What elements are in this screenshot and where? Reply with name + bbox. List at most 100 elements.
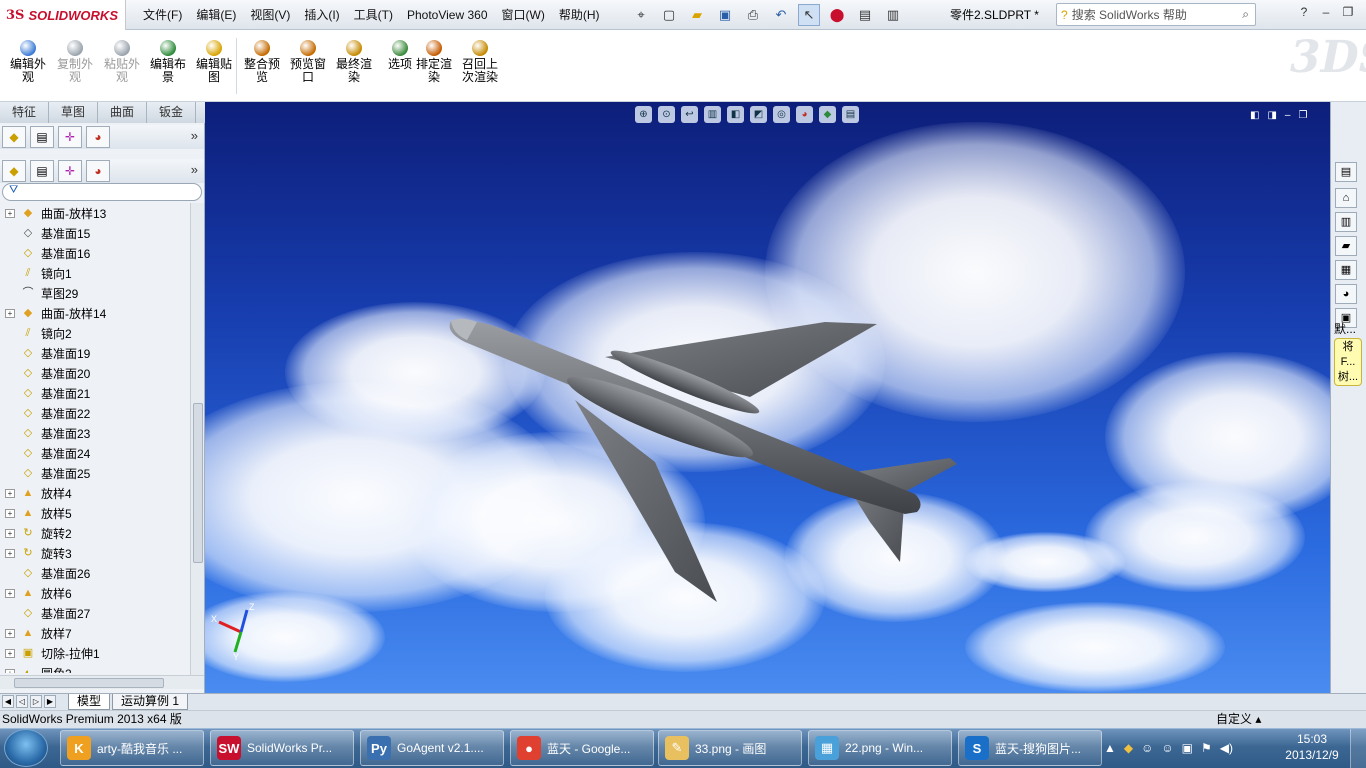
more-tabs-icon[interactable]: » — [191, 162, 198, 177]
next-tab-icon[interactable]: ▷ — [30, 695, 42, 708]
menu-item[interactable]: 窗口(W) — [495, 0, 552, 30]
tree-node[interactable]: ◇ 基准面25 — [0, 463, 190, 483]
save-icon[interactable]: ▣ — [714, 4, 736, 26]
taskbar-button[interactable]: SW SolidWorks Pr... — [210, 730, 354, 766]
expand-toggle-icon[interactable]: + — [5, 208, 15, 218]
open-folder-icon[interactable]: ▰ — [686, 4, 708, 26]
menu-item[interactable]: 文件(F) — [136, 0, 189, 30]
tree-node[interactable]: ◇ 基准面26 — [0, 563, 190, 583]
ribbon-button[interactable]: 排定渲染 — [412, 40, 456, 84]
taskbar-button[interactable]: S 蓝天-搜狗图片... — [958, 730, 1102, 766]
previous-view-icon[interactable]: ↩ — [681, 106, 698, 123]
tree-node[interactable]: ◇ 基准面15 — [0, 223, 190, 243]
tree-node[interactable]: + ▲ 放样5 — [0, 503, 190, 523]
apply-scene-icon[interactable]: ◆ — [819, 106, 836, 123]
tree-node[interactable]: ◇ 基准面23 — [0, 423, 190, 443]
flag-icon[interactable]: ⚑ — [1201, 741, 1212, 755]
pin-icon[interactable]: ⌖ — [630, 4, 652, 26]
volume-icon[interactable]: ◀) — [1220, 741, 1233, 755]
file-properties-icon[interactable]: ▤ — [854, 4, 876, 26]
feature-manager-tab-icon[interactable]: ◆ — [2, 126, 26, 148]
tree-node[interactable]: + ▲ 放样4 — [0, 483, 190, 503]
ribbon-button[interactable]: 预览窗口 — [286, 40, 330, 84]
view-palette-icon[interactable]: ▦ — [1335, 260, 1357, 280]
scrollbar-thumb[interactable] — [193, 403, 203, 563]
tray-app-icon[interactable]: ▣ — [1182, 741, 1193, 755]
tree-node[interactable]: + ◆ 曲面-放样14 — [0, 303, 190, 323]
tree-vertical-scrollbar[interactable] — [190, 203, 204, 675]
viewport-restore-icon[interactable]: ❐ — [1298, 110, 1307, 121]
last-tab-icon[interactable]: ▶ — [44, 695, 56, 708]
ribbon-button[interactable]: 粘贴外观 — [100, 40, 144, 84]
property-manager-tab-icon[interactable]: ▤ — [30, 126, 54, 148]
display-manager-tab-icon[interactable]: ◕ — [86, 160, 110, 182]
expand-toggle-icon[interactable]: + — [5, 508, 15, 518]
menu-item[interactable]: 工具(T) — [347, 0, 400, 30]
taskbar-button[interactable]: Karty-酷我音乐 ... — [60, 730, 204, 766]
home-icon[interactable]: ⌂ — [1335, 188, 1357, 208]
expand-toggle-icon[interactable]: + — [5, 488, 15, 498]
taskbar-button[interactable]: ▦ 22.png - Win... — [808, 730, 952, 766]
select-pointer-icon[interactable]: ↖ — [798, 4, 820, 26]
tree-node[interactable]: ◇ 基准面24 — [0, 443, 190, 463]
expand-toggle-icon[interactable]: + — [5, 548, 15, 558]
tree-node[interactable]: + ▲ 放样7 — [0, 623, 190, 643]
menu-item[interactable]: 编辑(E) — [189, 0, 243, 30]
expand-toggle-icon[interactable]: + — [5, 628, 15, 638]
ribbon-button[interactable]: 编辑外观 — [6, 40, 50, 84]
tree-node[interactable]: ◇ 基准面22 — [0, 403, 190, 423]
motion-study-tab[interactable]: 运动算例 1 — [112, 694, 189, 710]
menu-item[interactable]: PhotoView 360 — [400, 0, 495, 30]
tree-horizontal-scrollbar[interactable] — [0, 675, 204, 689]
restore-icon[interactable]: ❐ — [1340, 4, 1356, 20]
feature-manager-tab-icon[interactable]: ◆ — [2, 160, 26, 182]
taskbar-button[interactable]: ● 蓝天 - Google... — [510, 730, 654, 766]
tree-node[interactable]: + ↻ 旋转3 — [0, 543, 190, 563]
edit-appearance-icon[interactable]: ◕ — [796, 106, 813, 123]
show-hidden-icons-icon[interactable]: ▲ — [1104, 741, 1116, 755]
search-icon[interactable]: ⌕ — [1242, 7, 1249, 22]
tree-node[interactable]: ⌒ 草图29 — [0, 283, 190, 303]
options-icon[interactable]: ▥ — [882, 4, 904, 26]
tree-node[interactable]: ◇ 基准面27 — [0, 603, 190, 623]
expand-toggle-icon[interactable]: + — [5, 308, 15, 318]
tab[interactable]: 特征 — [0, 102, 50, 123]
tree-node[interactable]: + ▲ 放样6 — [0, 583, 190, 603]
viewport-minimize-icon[interactable]: – — [1285, 110, 1291, 121]
solidworks-logo[interactable]: 3S SOLIDWORKS — [0, 0, 126, 30]
expand-toggle-icon[interactable]: + — [5, 528, 15, 538]
tree-node[interactable]: ◇ 基准面20 — [0, 363, 190, 383]
qq-icon[interactable]: ☺ — [1141, 741, 1153, 755]
tree-node[interactable]: + ◐ 圆角2 — [0, 663, 190, 673]
tree-node[interactable]: ◇ 基准面19 — [0, 343, 190, 363]
start-button[interactable] — [4, 729, 48, 767]
tab[interactable]: 曲面 — [98, 102, 148, 123]
expand-toggle-icon[interactable]: + — [5, 668, 15, 673]
clock[interactable]: 15:03 2013/12/9 — [1280, 731, 1344, 763]
ribbon-button[interactable]: 复制外观 — [53, 40, 97, 84]
menu-item[interactable]: 视图(V) — [243, 0, 297, 30]
expand-toggle-icon[interactable]: + — [5, 648, 15, 658]
hide-show-items-icon[interactable]: ◎ — [773, 106, 790, 123]
ribbon-button[interactable]: 整合预览 — [240, 40, 284, 84]
aircraft-model[interactable] — [205, 102, 1330, 695]
undo-icon[interactable]: ↶ — [770, 4, 792, 26]
display-manager-tab-icon[interactable]: ◕ — [86, 126, 110, 148]
first-tab-icon[interactable]: ◀ — [2, 695, 14, 708]
property-manager-tab-icon[interactable]: ▤ — [30, 160, 54, 182]
qq-icon[interactable]: ☺ — [1161, 741, 1173, 755]
menu-item[interactable]: 插入(I) — [297, 0, 346, 30]
file-explorer-icon[interactable]: ▰ — [1335, 236, 1357, 256]
tree-node[interactable]: ◇ 基准面21 — [0, 383, 190, 403]
model-tab[interactable]: 模型 — [68, 694, 111, 710]
tree-node[interactable]: + ◆ 曲面-放样13 — [0, 203, 190, 223]
tree-node[interactable]: ⫽ 镜向2 — [0, 323, 190, 343]
view-settings-icon[interactable]: ▤ — [842, 106, 859, 123]
display-style-icon[interactable]: ◩ — [750, 106, 767, 123]
view-orientation-icon[interactable]: ◧ — [727, 106, 744, 123]
help-search-input[interactable]: ? 搜索 SolidWorks 帮助 ⌕ — [1056, 3, 1256, 26]
ribbon-button[interactable]: 最终渲染 — [332, 40, 376, 84]
show-desktop-button[interactable] — [1350, 729, 1366, 768]
prev-tab-icon[interactable]: ◁ — [16, 695, 28, 708]
appearances-icon[interactable]: ◕ — [1335, 284, 1357, 304]
